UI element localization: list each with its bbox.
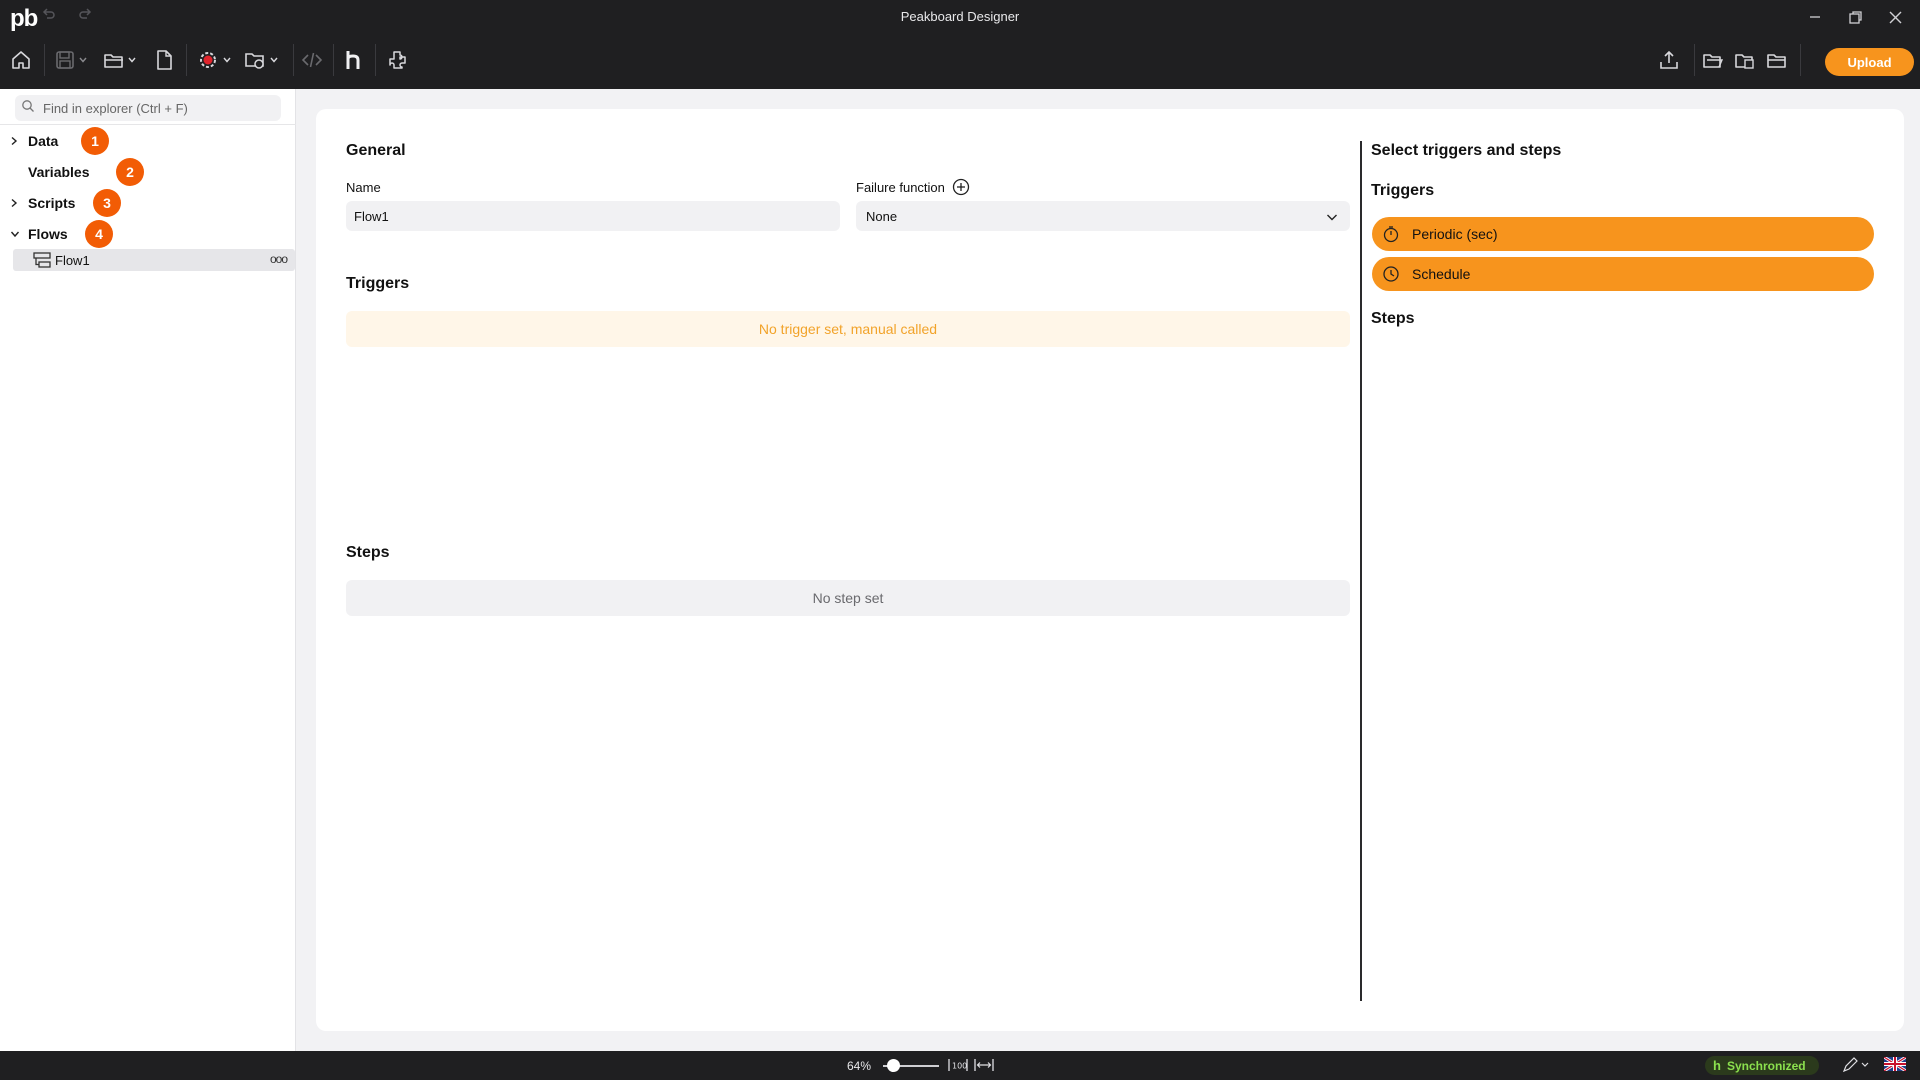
- failure-function-value: None: [866, 208, 898, 224]
- trigger-label: Periodic (sec): [1412, 226, 1498, 242]
- export-icon[interactable]: [1658, 46, 1680, 74]
- tree-item-data[interactable]: Data: [10, 130, 58, 152]
- hub-icon[interactable]: [343, 46, 365, 74]
- palette-steps-heading: Steps: [1371, 310, 1415, 327]
- palette-heading: Select triggers and steps: [1371, 142, 1562, 159]
- tree-item-label: Data: [28, 133, 59, 149]
- upload-button[interactable]: Upload: [1825, 48, 1914, 76]
- trigger-label: Schedule: [1412, 266, 1471, 282]
- palette-triggers-heading: Triggers: [1371, 182, 1435, 199]
- fit-width-icon[interactable]: [974, 1057, 994, 1073]
- toolbar-separator: [375, 44, 376, 76]
- code-icon[interactable]: [301, 46, 323, 74]
- tree-item-scripts[interactable]: Scripts: [10, 192, 75, 214]
- tree-item-flow1[interactable]: Flow1 ooo: [13, 249, 295, 271]
- toolbar-separator: [333, 44, 334, 76]
- toolbar-separator: [1694, 44, 1695, 76]
- triggers-empty-state: No trigger set, manual called: [346, 311, 1350, 347]
- minimize-button[interactable]: [1800, 4, 1830, 30]
- panel-divider: [1360, 141, 1362, 1001]
- chevron-down-icon[interactable]: [10, 230, 28, 238]
- home-icon[interactable]: [10, 46, 32, 74]
- callout-badge: 4: [85, 220, 113, 248]
- close-button[interactable]: [1880, 4, 1910, 30]
- search-input[interactable]: [43, 100, 263, 116]
- general-heading: General: [346, 142, 406, 159]
- box-settings-icon[interactable]: [243, 46, 279, 74]
- name-input[interactable]: [346, 201, 840, 231]
- chevron-down-icon: [1326, 210, 1338, 225]
- svg-text:100: 100: [952, 1062, 967, 1071]
- callout-badge: 2: [116, 158, 144, 186]
- title-bar: pb Peakboard Designer: [0, 0, 1920, 34]
- sync-status-badge: h Synchronized: [1705, 1056, 1819, 1075]
- tree-item-flows[interactable]: Flows: [10, 223, 68, 245]
- window-title: Peakboard Designer: [900, 9, 1020, 24]
- chevron-right-icon[interactable]: [10, 198, 28, 208]
- tree-item-label: Scripts: [28, 195, 76, 211]
- tree-item-label: Variables: [28, 164, 90, 180]
- add-circle-icon[interactable]: [952, 178, 970, 201]
- language-flag-icon[interactable]: [1884, 1057, 1906, 1071]
- divider: [0, 124, 296, 125]
- open-folder-icon[interactable]: [103, 46, 137, 74]
- restore-button[interactable]: [1840, 4, 1870, 30]
- sync-status-label: Synchronized: [1726, 1058, 1806, 1073]
- actual-size-icon[interactable]: 100: [948, 1057, 968, 1073]
- save-icon[interactable]: [54, 46, 88, 74]
- search-icon: [21, 99, 35, 118]
- main-toolbar: Upload: [0, 38, 1920, 82]
- toolbar-separator: [293, 44, 294, 76]
- tree-item-label: Flow1: [55, 252, 90, 268]
- toolbar-separator: [186, 44, 187, 76]
- flow-icon: [33, 251, 51, 269]
- steps-heading: Steps: [346, 544, 390, 561]
- triggers-heading: Triggers: [346, 275, 410, 292]
- chevron-right-icon[interactable]: [10, 136, 28, 146]
- sync-hub-icon: h: [1713, 1058, 1721, 1073]
- status-bar: 64% 100 h Synchronized: [0, 1051, 1920, 1080]
- toolbar-separator: [1800, 44, 1801, 76]
- name-label: Name: [346, 180, 381, 195]
- failure-function-label: Failure function: [856, 180, 945, 195]
- zoom-level: 64%: [847, 1059, 872, 1073]
- new-document-icon[interactable]: [153, 46, 175, 74]
- clock-icon: [1382, 265, 1400, 283]
- explorer-search[interactable]: [15, 95, 281, 121]
- callout-badge: 1: [81, 127, 109, 155]
- toolbar-separator: [44, 44, 45, 76]
- folder-gallery-icon[interactable]: [1734, 46, 1756, 74]
- flow-editor-panel: General Name Failure function None Trigg…: [316, 109, 1904, 1031]
- folder-icon[interactable]: [1766, 46, 1788, 74]
- tree-item-label: Flows: [28, 226, 68, 242]
- folder-open-icon[interactable]: [1702, 46, 1724, 74]
- explorer-panel: Data 1 Variables 2 Scripts 3 Flows 4 Flo…: [0, 89, 296, 1051]
- trigger-schedule-button[interactable]: Schedule: [1372, 257, 1874, 291]
- top-bar: pb Peakboard Designer Upload: [0, 0, 1920, 89]
- timer-icon: [1382, 225, 1400, 243]
- settings-gear-icon[interactable]: [196, 46, 232, 74]
- zoom-slider-handle[interactable]: [887, 1059, 900, 1072]
- callout-badge: 3: [93, 189, 121, 217]
- failure-function-select[interactable]: None: [856, 201, 1350, 231]
- pen-icon[interactable]: [1842, 1057, 1870, 1073]
- trigger-periodic-button[interactable]: Periodic (sec): [1372, 217, 1874, 251]
- extensions-icon[interactable]: [386, 46, 408, 74]
- tree-item-variables[interactable]: Variables: [10, 161, 90, 183]
- more-options-icon[interactable]: ooo: [270, 252, 288, 266]
- steps-empty-state: No step set: [346, 580, 1350, 616]
